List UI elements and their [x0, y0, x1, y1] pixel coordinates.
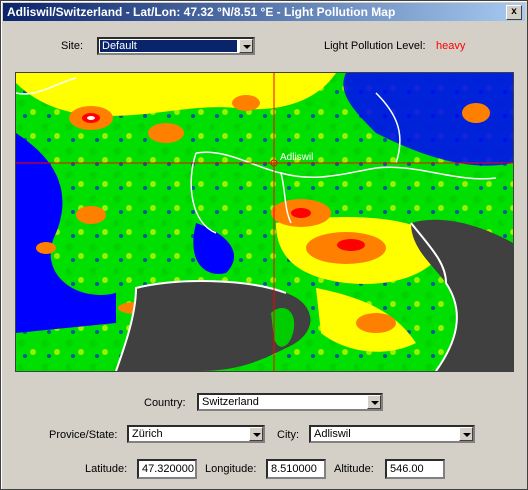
map-marker-label: Adliswil — [280, 152, 313, 163]
state-value: Zürich — [132, 428, 163, 440]
city-label: City: — [277, 429, 299, 441]
light-pollution-window: Adliswil/Switzerland - Lat/Lon: 47.32 °N… — [0, 0, 528, 490]
state-label: Provice/State: — [49, 429, 118, 441]
light-pollution-map[interactable]: Adliswil — [15, 72, 514, 372]
window-title: Adliswil/Switzerland - Lat/Lon: 47.32 °N… — [7, 5, 396, 19]
country-select[interactable]: Switzerland — [197, 393, 383, 411]
longitude-label: Longitude: — [205, 463, 257, 475]
close-button[interactable]: x — [506, 5, 522, 20]
city-value: Adliswil — [314, 428, 351, 440]
latitude-label: Latitude: — [85, 463, 128, 475]
pollution-level-value: heavy — [436, 40, 466, 52]
chevron-down-icon[interactable] — [367, 395, 381, 409]
latitude-field[interactable]: 47.320000 — [137, 459, 197, 479]
site-value: Default — [100, 40, 237, 52]
longitude-field[interactable]: 8.510000 — [266, 459, 326, 479]
country-value: Switzerland — [202, 396, 259, 408]
site-label: Site: — [61, 40, 84, 52]
altitude-field[interactable]: 546.00 — [385, 459, 445, 479]
chevron-down-icon[interactable] — [459, 427, 473, 441]
site-select[interactable]: Default — [97, 37, 255, 55]
country-label: Country: — [144, 397, 186, 409]
altitude-label: Altitude: — [334, 463, 374, 475]
chevron-down-icon[interactable] — [249, 427, 263, 441]
pollution-level-label: Light Pollution Level: — [324, 40, 426, 52]
title-bar[interactable]: Adliswil/Switzerland - Lat/Lon: 47.32 °N… — [3, 3, 525, 21]
city-select[interactable]: Adliswil — [309, 425, 475, 443]
chevron-down-icon[interactable] — [239, 39, 253, 53]
map-canvas[interactable]: Adliswil — [16, 73, 513, 371]
state-select[interactable]: Zürich — [127, 425, 265, 443]
